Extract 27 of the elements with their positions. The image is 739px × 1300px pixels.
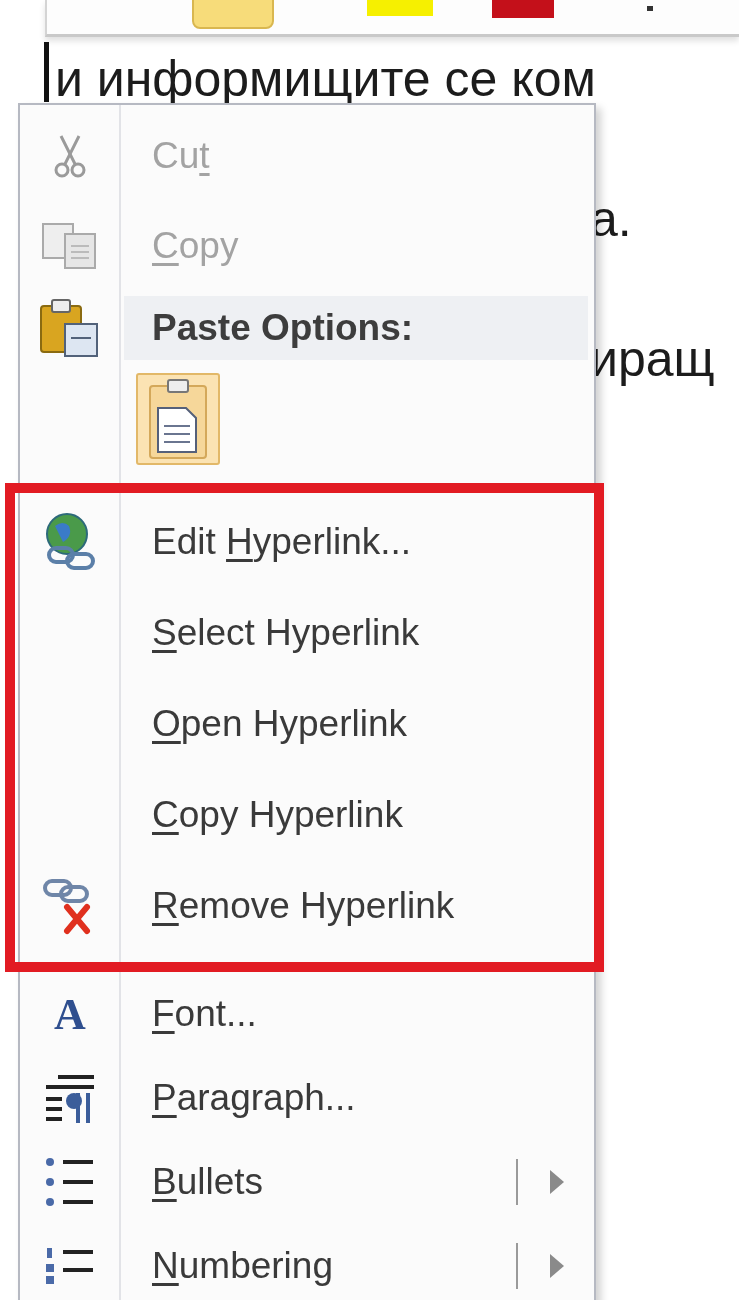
- menu-item[interactable]: Numbering: [120, 1224, 594, 1300]
- menu-item[interactable]: Open Hyperlink: [120, 678, 594, 769]
- dropdown-icon[interactable]: [647, 6, 653, 11]
- numbered-list-icon: [45, 1246, 95, 1286]
- submenu-arrow-icon: [550, 1254, 564, 1278]
- submenu-arrow-icon: [550, 1170, 564, 1194]
- bullet-list-icon: [45, 1156, 95, 1208]
- menu-item[interactable]: Select Hyperlink: [120, 587, 594, 678]
- highlight-color-icon[interactable]: [367, 0, 433, 16]
- menu-item[interactable]: Copy Hyperlink: [120, 769, 594, 860]
- style-swatch-icon[interactable]: [192, 0, 274, 30]
- paste-options-header: Paste Options:: [124, 296, 588, 360]
- font-color-icon[interactable]: [492, 0, 554, 18]
- scissors-icon: [53, 134, 87, 178]
- document-text: и информищите се ком: [55, 50, 597, 109]
- paragraph-icon: [44, 1073, 96, 1123]
- clipboard-icon: [39, 298, 101, 358]
- keep-text-only-button[interactable]: [136, 373, 220, 465]
- clipboard-page-icon: [146, 378, 210, 460]
- text-cursor: [44, 42, 49, 102]
- font-icon: A: [54, 988, 86, 1040]
- menu-item[interactable]: Bullets: [120, 1140, 594, 1224]
- menu-item[interactable]: Font...: [120, 972, 594, 1056]
- menu-item[interactable]: Remove Hyperlink: [120, 860, 594, 951]
- menu-item[interactable]: Edit Hyperlink...: [120, 496, 594, 587]
- menu-item[interactable]: Paragraph...: [120, 1056, 594, 1140]
- copy-icon: [41, 222, 99, 270]
